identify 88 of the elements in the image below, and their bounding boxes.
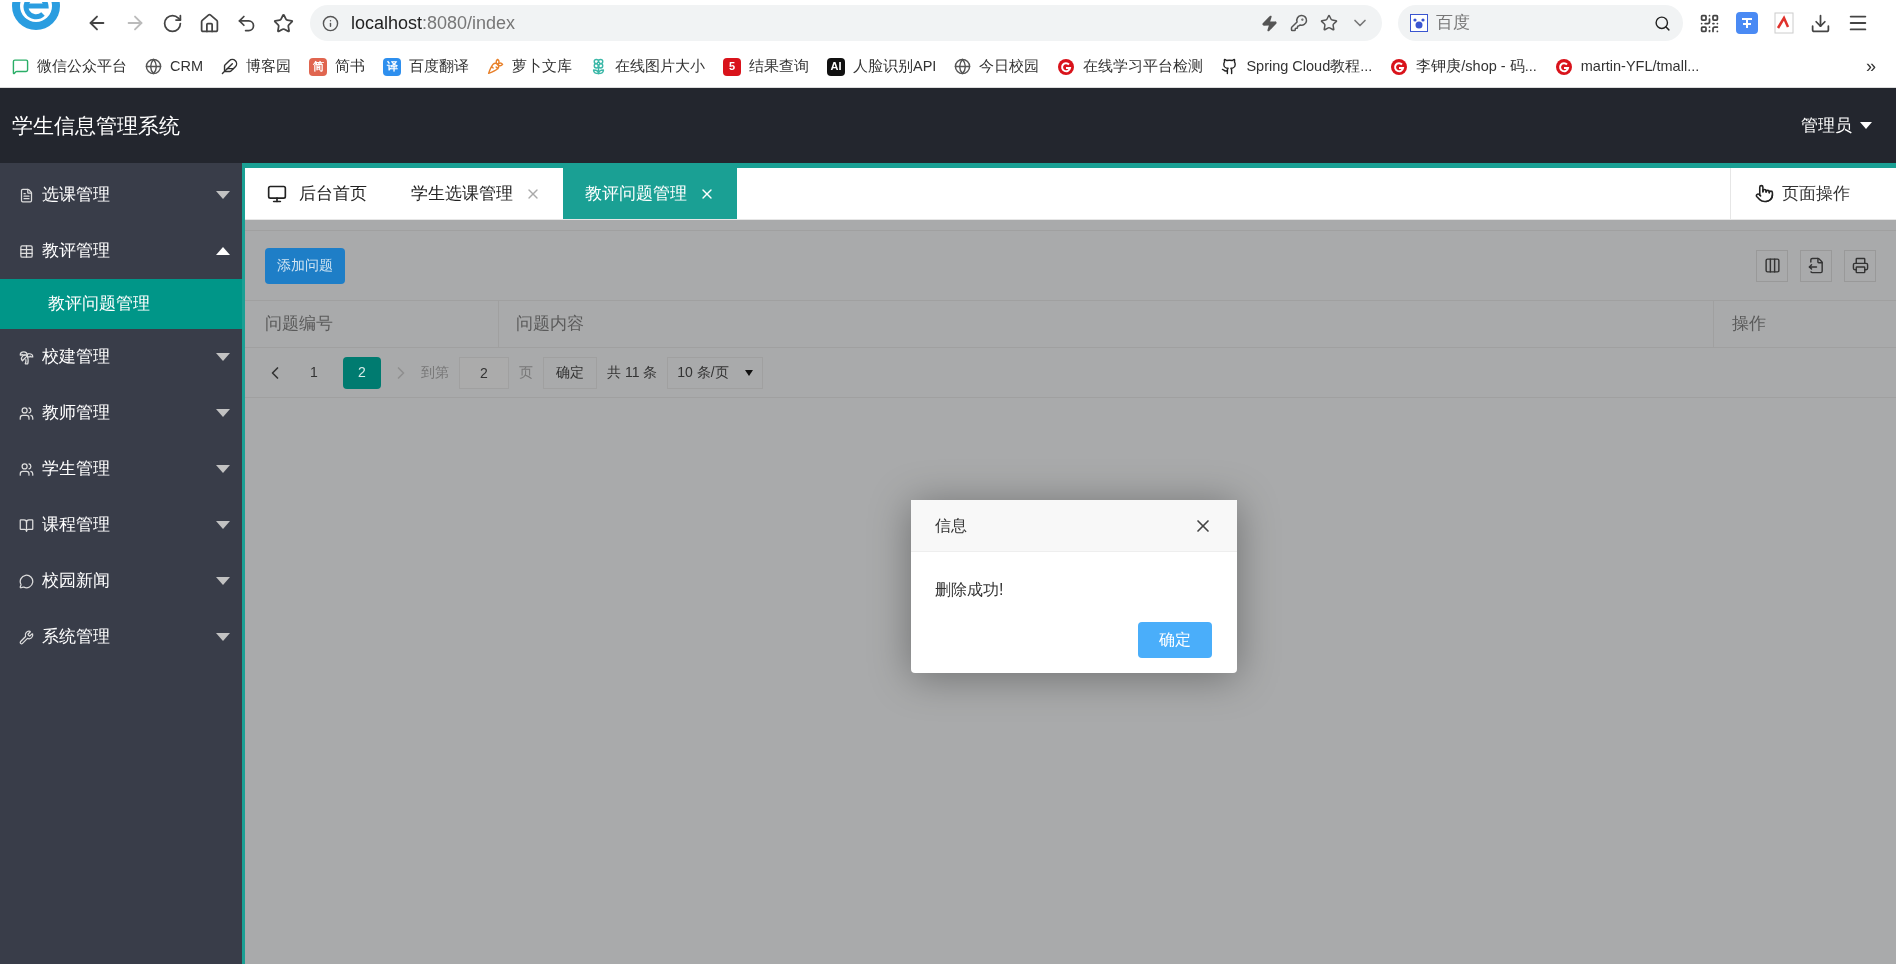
tab[interactable]: 后台首页	[245, 168, 389, 219]
chat-icon	[12, 58, 29, 75]
tab[interactable]: 学生选课管理	[389, 168, 563, 219]
bookmark-badge: 译	[383, 57, 402, 76]
bookmark-link[interactable]: martin-YFL/tmall...	[1580, 55, 1700, 78]
bookmark-link[interactable]: 在线图片大小	[615, 55, 706, 78]
sidebar-item[interactable]: 课程管理	[0, 497, 242, 553]
export-button[interactable]	[1800, 249, 1832, 282]
bookmark-link[interactable]: CRM	[170, 55, 204, 78]
dialog-message: 删除成功!	[934, 580, 1005, 600]
sidebar-item[interactable]: 校建管理	[0, 329, 242, 385]
globe-icon	[145, 58, 162, 75]
globe-icon	[954, 58, 972, 75]
bookmark-badge: 5	[723, 57, 742, 76]
page-size-select[interactable]: 10 条/页	[667, 356, 763, 389]
g-logo-icon	[1390, 57, 1409, 76]
github-icon	[1221, 58, 1239, 75]
page-actions-button[interactable]: 页面操作	[1730, 168, 1896, 219]
document-icon	[19, 187, 34, 203]
export-icon	[1807, 257, 1825, 274]
translate-icon[interactable]	[1736, 12, 1758, 34]
paw-icon	[1410, 14, 1428, 32]
wrench-icon	[19, 629, 34, 645]
column-header: 问题内容	[499, 301, 1714, 347]
columns-icon	[1763, 257, 1781, 274]
bookmark-link[interactable]: 简书	[335, 55, 366, 78]
more-bookmarks[interactable]: »	[1866, 53, 1884, 80]
palm-tree-icon	[19, 349, 34, 365]
caret-icon	[744, 369, 753, 376]
bookmark-link[interactable]: 结果查询	[749, 55, 810, 78]
bookmark-link[interactable]: 博客园	[246, 55, 292, 78]
bookmark-link[interactable]: 李钾庚/shop - 码...	[1416, 55, 1537, 78]
dialog-title: 信息	[935, 515, 967, 536]
sidebar-item[interactable]: 教评管理	[0, 223, 242, 279]
users-icon	[19, 461, 34, 477]
bookmark-link[interactable]: 微信公众平台	[37, 55, 127, 78]
star-icon[interactable]	[1320, 14, 1338, 32]
book-icon	[19, 517, 34, 533]
sidebar-subitem[interactable]: 教评问题管理	[0, 279, 242, 329]
bookmark-link[interactable]: 百度翻译	[409, 55, 470, 78]
confirm-page-button[interactable]: 确定	[543, 356, 597, 389]
g-logo-icon	[1057, 57, 1076, 76]
address-bar[interactable]: localhost:8080/index	[310, 5, 1382, 41]
total-count: 共 11 条	[607, 363, 658, 382]
sidebar-item[interactable]: 系统管理	[0, 609, 242, 665]
page-number[interactable]: 2	[343, 356, 381, 389]
qr-code-icon[interactable]	[1699, 12, 1720, 34]
caret-icon	[1860, 121, 1872, 130]
bookmark-link[interactable]: 在线学习平台检测	[1083, 55, 1204, 78]
column-header: 操作	[1731, 313, 1767, 336]
url-text: localhost:8080/index	[351, 11, 516, 35]
bookmark-badge: AI	[827, 57, 846, 76]
g-logo-icon	[1554, 57, 1573, 76]
sidebar-item[interactable]: 教师管理	[0, 385, 242, 441]
key-icon[interactable]	[1290, 14, 1308, 32]
search-icon[interactable]	[1654, 14, 1671, 32]
sidebar-item[interactable]: 校园新闻	[0, 553, 242, 609]
app-title: 学生信息管理系统	[12, 112, 180, 139]
search-input[interactable]: 百度	[1436, 10, 1646, 36]
search-field[interactable]: 百度	[1398, 5, 1683, 41]
carrot-icon	[487, 58, 505, 75]
users-icon	[19, 405, 34, 421]
bookmark-link[interactable]: 今日校园	[979, 55, 1040, 78]
monitor-icon	[267, 183, 287, 204]
table-icon	[19, 243, 34, 259]
bookmark-link[interactable]: Spring Cloud教程...	[1246, 55, 1373, 78]
reload-icon[interactable]	[162, 12, 183, 34]
info-icon	[322, 14, 339, 32]
user-menu[interactable]: 管理员	[1801, 112, 1852, 139]
lightning-icon[interactable]	[1261, 14, 1278, 32]
page-number[interactable]: 1	[295, 356, 333, 389]
pdf-icon[interactable]	[1774, 12, 1794, 34]
bookmark-badge: 简	[309, 57, 328, 76]
hand-icon	[1755, 184, 1774, 203]
feather-icon	[221, 58, 239, 75]
sidebar-item[interactable]: 学生管理	[0, 441, 242, 497]
home-icon[interactable]	[199, 12, 220, 34]
print-icon	[1851, 257, 1869, 274]
download-icon[interactable]	[1810, 12, 1831, 34]
bookmark-link[interactable]: 萝卜文库	[512, 55, 573, 78]
page-input[interactable]: 2	[459, 356, 509, 389]
column-header: 问题编号	[245, 301, 499, 347]
sidebar-item[interactable]: 选课管理	[0, 167, 242, 223]
bookmark-link[interactable]: 人脸识别API	[853, 55, 937, 78]
print-button[interactable]	[1844, 249, 1876, 282]
chat-icon	[19, 573, 34, 589]
star-icon[interactable]	[273, 12, 294, 34]
columns-button[interactable]	[1756, 249, 1788, 282]
